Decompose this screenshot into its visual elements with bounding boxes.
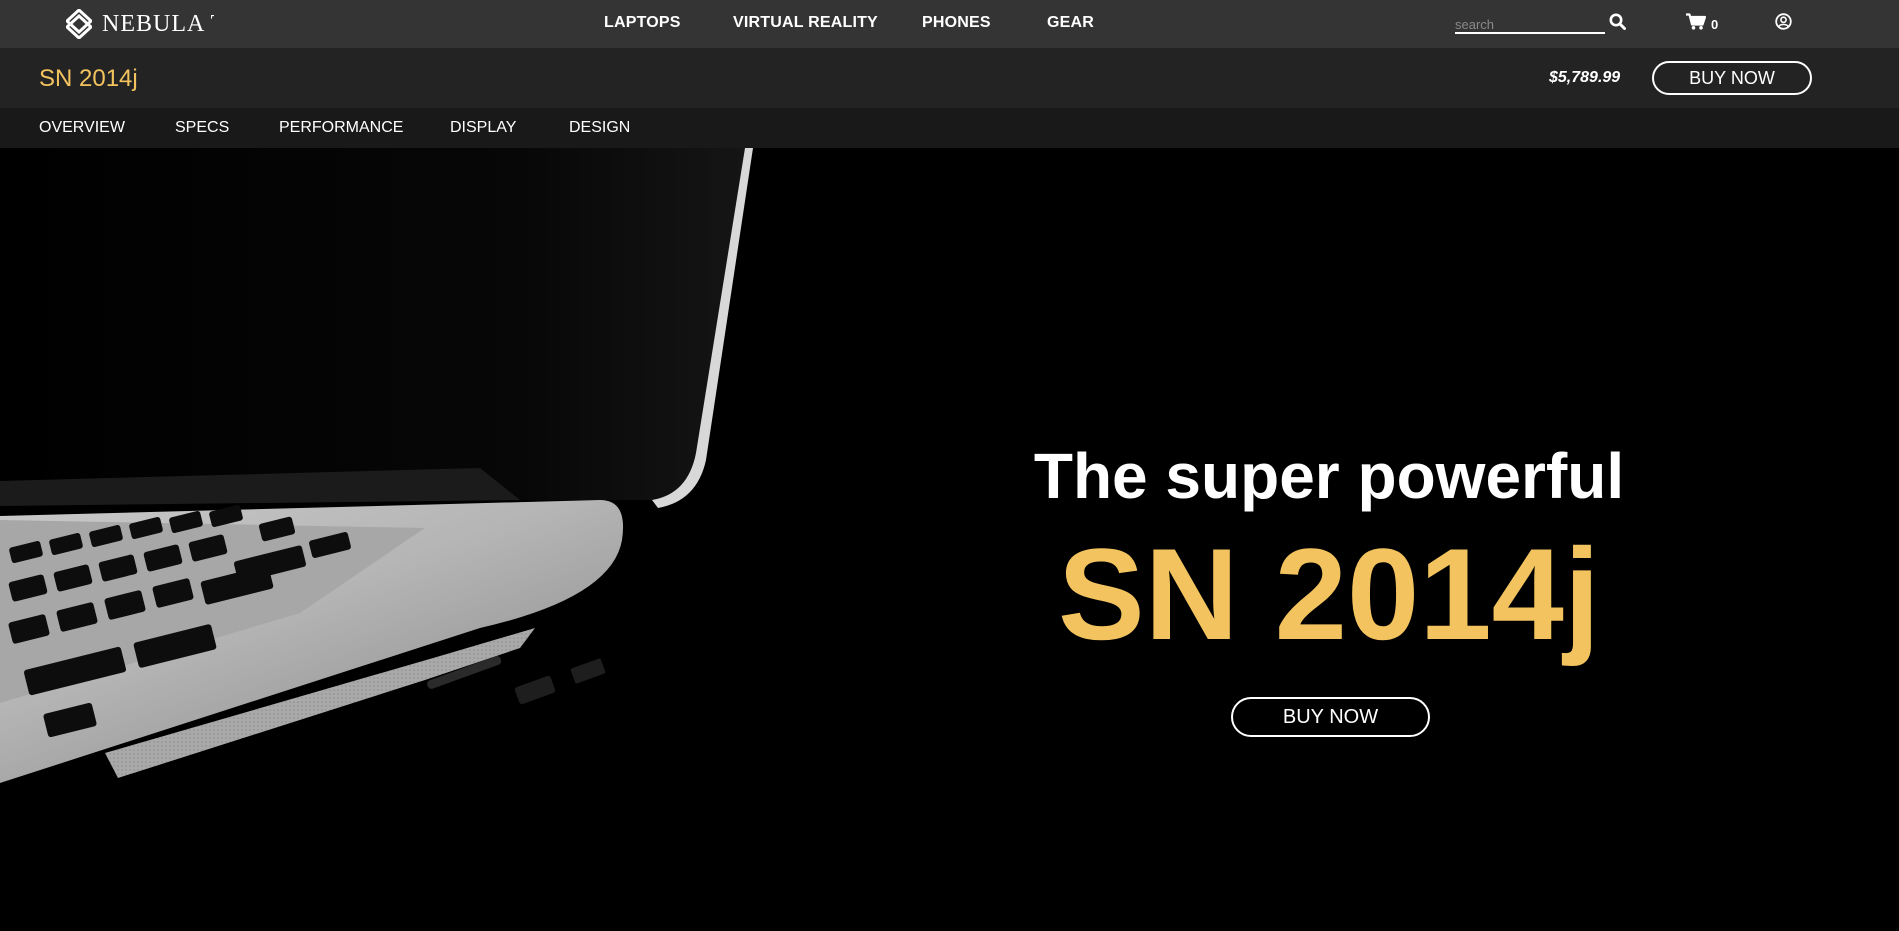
hero-heading: The super powerful xyxy=(1033,440,1625,512)
buy-now-button-hero[interactable]: BUY NOW xyxy=(1231,697,1430,737)
product-title: SN 2014j xyxy=(39,65,138,92)
tab-display[interactable]: DISPLAY xyxy=(450,119,516,137)
nav-item-laptops[interactable]: LAPTOPS xyxy=(604,14,681,32)
tab-design[interactable]: DESIGN xyxy=(569,119,630,137)
laptop-image xyxy=(0,148,753,783)
tab-performance[interactable]: PERFORMANCE xyxy=(279,119,403,137)
cart-button[interactable]: 0 xyxy=(1686,13,1718,35)
product-sub-nav: OVERVIEW SPECS PERFORMANCE DISPLAY DESIG… xyxy=(0,108,1899,148)
tab-overview[interactable]: OVERVIEW xyxy=(39,119,125,137)
user-circle-icon[interactable] xyxy=(1775,13,1792,35)
search-box xyxy=(1455,12,1605,34)
product-bar: SN 2014j $5,789.99 BUY NOW xyxy=(0,48,1899,108)
search-input[interactable] xyxy=(1455,12,1605,32)
search-icon[interactable] xyxy=(1609,13,1626,35)
brand-name: NEBULA T xyxy=(102,10,214,37)
buy-now-button-header[interactable]: BUY NOW xyxy=(1652,61,1812,95)
top-navigation: NEBULA T LAPTOPS VIRTUAL REALITY PHONES … xyxy=(0,0,1899,48)
brand-logo[interactable]: NEBULA T xyxy=(66,9,214,39)
diamond-logo-icon xyxy=(66,9,92,39)
hero-section: The super powerful SN 2014j BUY NOW xyxy=(0,148,1899,931)
nav-item-phones[interactable]: PHONES xyxy=(922,14,991,32)
cart-icon xyxy=(1686,13,1707,35)
cart-count: 0 xyxy=(1711,16,1719,32)
product-price: $5,789.99 xyxy=(1549,69,1621,86)
nav-item-virtual-reality[interactable]: VIRTUAL REALITY xyxy=(733,14,878,32)
tab-specs[interactable]: SPECS xyxy=(175,119,229,137)
nav-item-gear[interactable]: GEAR xyxy=(1047,14,1094,32)
hero-model-name: SN 2014j xyxy=(1057,521,1601,667)
